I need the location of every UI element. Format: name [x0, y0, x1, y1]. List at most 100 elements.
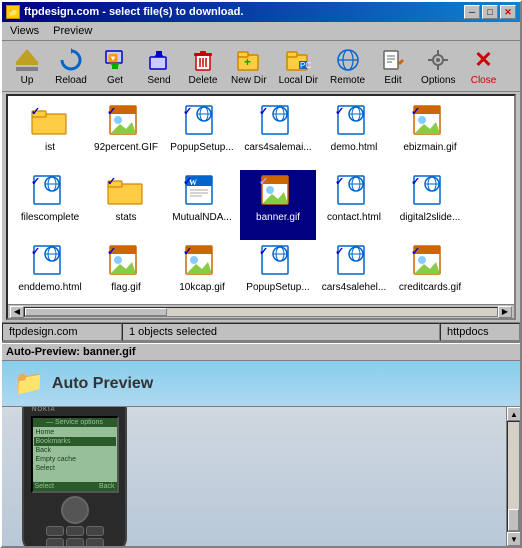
- nokia-brand: NOKIA: [32, 407, 56, 413]
- file-item[interactable]: ✓ ist: [12, 100, 88, 170]
- vscroll-up-arrow[interactable]: ▲: [507, 407, 520, 421]
- nokia-key-6[interactable]: [86, 538, 104, 546]
- file-item[interactable]: ✓ 10kcap.gif: [164, 240, 240, 304]
- file-name: demo.html: [331, 142, 378, 154]
- toolbar-remote-label: Remote: [330, 75, 365, 86]
- toolbar-delete[interactable]: Delete: [182, 43, 224, 89]
- maximize-button[interactable]: □: [482, 5, 498, 19]
- file-item[interactable]: ✓ demo.html: [316, 100, 392, 170]
- nokia-screen-title: — Service options: [33, 418, 117, 427]
- nokia-footer-left: Select: [35, 483, 54, 490]
- menu-views[interactable]: Views: [4, 23, 45, 39]
- file-icon-container: ✓: [258, 174, 298, 210]
- newdir-icon: +: [235, 46, 263, 74]
- file-name: MutualNDA...: [172, 212, 231, 224]
- nokia-menu-home: Home: [34, 428, 116, 437]
- file-item[interactable]: ✓ creditcards.gif: [392, 240, 468, 304]
- toolbar-localdir[interactable]: PC Local Dir: [274, 43, 323, 89]
- svg-text:✓: ✓: [183, 246, 192, 258]
- minimize-button[interactable]: ─: [464, 5, 480, 19]
- toolbar-close[interactable]: ✕ Close: [463, 43, 505, 89]
- toolbar-localdir-label: Local Dir: [279, 75, 318, 86]
- file-item[interactable]: ✓ contact.html: [316, 170, 392, 240]
- file-name: ist: [45, 142, 55, 154]
- menu-preview[interactable]: Preview: [47, 23, 98, 39]
- scroll-thumb[interactable]: [25, 308, 167, 316]
- toolbar-remote[interactable]: Remote: [325, 43, 370, 89]
- file-icon-container: ✓: [182, 244, 222, 280]
- edit-icon: [379, 46, 407, 74]
- scroll-right-arrow[interactable]: ▶: [498, 306, 512, 318]
- file-item[interactable]: ✓ ebizmain.gif: [392, 100, 468, 170]
- file-icon-container: ✓: [334, 104, 374, 140]
- nokia-keypad: [31, 496, 119, 546]
- file-icon-container: ✓: [106, 174, 146, 210]
- nokia-screen-menu: Home Bookmarks Back Empty cache Select: [33, 427, 117, 482]
- file-icon-container: ✓: [334, 244, 374, 280]
- file-icon-container: ✓: [334, 174, 374, 210]
- toolbar-newdir[interactable]: + New Dir: [226, 43, 272, 89]
- close-button[interactable]: ✕: [500, 5, 516, 19]
- toolbar-edit-label: Edit: [384, 75, 401, 86]
- file-name: digital2slide...: [400, 212, 461, 224]
- scroll-left-arrow[interactable]: ◀: [10, 306, 24, 318]
- preview-folder-icon: 📁: [14, 369, 44, 398]
- toolbar-up[interactable]: Up: [6, 43, 48, 89]
- toolbar: Up Reload 🔽 Get Send Delete: [2, 41, 520, 92]
- nokia-key-5[interactable]: [66, 538, 84, 546]
- file-item[interactable]: ✓ stats: [88, 170, 164, 240]
- nokia-nav-key[interactable]: [61, 496, 89, 524]
- file-item[interactable]: ✓ flag.gif: [88, 240, 164, 304]
- scroll-track[interactable]: [24, 307, 498, 317]
- toolbar-close-label: Close: [471, 75, 497, 86]
- file-item[interactable]: ✓ 92percent.GIF: [88, 100, 164, 170]
- file-item[interactable]: ✓ filescomplete: [12, 170, 88, 240]
- nokia-key-3[interactable]: [86, 526, 104, 536]
- toolbar-options[interactable]: Options: [416, 43, 460, 89]
- file-name: 10kcap.gif: [179, 282, 225, 294]
- file-icon-container: ✓: [182, 104, 222, 140]
- reload-icon: [57, 46, 85, 74]
- preview-content: 📁 Auto Preview NOKIA — Service options H…: [2, 361, 520, 546]
- toolbar-get[interactable]: 🔽 Get: [94, 43, 136, 89]
- title-controls: ─ □ ✕: [464, 5, 516, 19]
- title-bar-left: 📁 ftpdesign.com - select file(s) to down…: [6, 5, 243, 19]
- toolbar-get-label: Get: [107, 75, 123, 86]
- svg-text:✓: ✓: [31, 246, 40, 258]
- file-item[interactable]: ✓ cars4salehel...: [316, 240, 392, 304]
- status-selection: 1 objects selected: [122, 323, 440, 341]
- nokia-key-row-2: [31, 538, 119, 546]
- remote-icon: [334, 46, 362, 74]
- toolbar-send[interactable]: Send: [138, 43, 180, 89]
- nokia-footer-right: Back: [99, 483, 115, 490]
- vscroll-track[interactable]: [507, 421, 520, 532]
- nokia-key-4[interactable]: [46, 538, 64, 546]
- file-item[interactable]: W ✓ MutualNDA...: [164, 170, 240, 240]
- vscroll-down-arrow[interactable]: ▼: [507, 532, 520, 546]
- status-directory: httpdocs: [440, 323, 520, 341]
- file-item[interactable]: ✓ PopupSetup...: [164, 100, 240, 170]
- svg-text:✓: ✓: [107, 246, 116, 258]
- file-icon-container: ✓: [410, 104, 450, 140]
- nokia-key-1[interactable]: [46, 526, 64, 536]
- file-item[interactable]: ✓ banner.gif: [240, 170, 316, 240]
- toolbar-up-label: Up: [21, 75, 34, 86]
- toolbar-edit[interactable]: Edit: [372, 43, 414, 89]
- file-icon-container: ✓: [410, 244, 450, 280]
- svg-text:✓: ✓: [411, 246, 420, 258]
- svg-text:✓: ✓: [335, 246, 344, 258]
- file-item[interactable]: ✓ digital2slide...: [392, 170, 468, 240]
- file-item[interactable]: ✓ cars4salemai...: [240, 100, 316, 170]
- file-name: ebizmain.gif: [403, 142, 456, 154]
- vscroll-thumb[interactable]: [508, 509, 519, 531]
- file-item[interactable]: ✓ PopupSetup...: [240, 240, 316, 304]
- menu-bar: Views Preview: [2, 22, 520, 41]
- preview-header: 📁 Auto Preview: [2, 361, 520, 407]
- nokia-key-2[interactable]: [66, 526, 84, 536]
- file-item[interactable]: ✓ enddemo.html: [12, 240, 88, 304]
- vertical-scrollbar: ▲ ▼: [506, 407, 520, 546]
- svg-text:✓: ✓: [107, 176, 116, 188]
- svg-text:✓: ✓: [335, 106, 344, 118]
- svg-text:✓: ✓: [411, 106, 420, 118]
- toolbar-reload[interactable]: Reload: [50, 43, 92, 89]
